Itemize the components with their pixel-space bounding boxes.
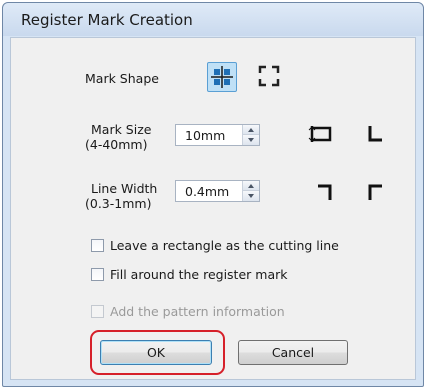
line-width-up-arrow-icon[interactable] (243, 181, 259, 191)
mark-size-arrows (242, 125, 259, 145)
mark-shape-option-crosshair[interactable] (207, 62, 237, 92)
mark-shape-option-corners[interactable] (255, 62, 285, 92)
add-pattern-info-checkbox (91, 305, 104, 318)
ok-button[interactable]: OK (100, 340, 212, 365)
line-width-input[interactable] (176, 181, 242, 201)
fill-around-mark-label[interactable]: Fill around the register mark (110, 267, 287, 282)
mark-size-range: (4-40mm) (85, 137, 148, 152)
line-width-arrows (242, 181, 259, 201)
dialog-body: Mark Shape Mark Size (4-40mm) 10mm Line … (10, 37, 416, 380)
line-width-range: (0.3-1mm) (85, 196, 152, 211)
mark-size-input[interactable] (176, 125, 242, 145)
top-left-corner-icon (368, 184, 382, 200)
rectangle-cutting-line-checkbox[interactable] (91, 239, 104, 252)
top-right-corner-icon (318, 184, 332, 200)
bottom-left-corner-icon (368, 126, 382, 142)
corner-brackets-icon (258, 65, 280, 87)
fill-around-mark-checkbox[interactable] (91, 268, 104, 281)
mark-size-down-arrow-icon[interactable] (243, 135, 259, 145)
line-width-spinner[interactable] (175, 180, 260, 202)
line-width-down-arrow-icon[interactable] (243, 191, 259, 201)
checkbox-row-fill[interactable]: Fill around the register mark (91, 267, 391, 285)
cancel-button[interactable]: Cancel (238, 340, 348, 365)
checkbox-row-rectangle[interactable]: Leave a rectangle as the cutting line (91, 238, 391, 256)
register-mark-dialog: Register Mark Creation Mark Shape Mark S… (2, 2, 424, 387)
mark-shape-label: Mark Shape (85, 71, 159, 86)
dialog-title: Register Mark Creation (21, 11, 193, 29)
add-pattern-info-label: Add the pattern information (110, 304, 285, 319)
checkbox-row-pattern: Add the pattern information (91, 304, 391, 322)
title-bar[interactable]: Register Mark Creation (3, 3, 423, 36)
mark-size-label: Mark Size (91, 122, 152, 137)
rectangle-cutting-line-label[interactable]: Leave a rectangle as the cutting line (110, 238, 339, 253)
mark-size-spinner[interactable] (175, 124, 260, 146)
mark-size-up-arrow-icon[interactable] (243, 125, 259, 135)
size-dimension-icon (308, 126, 332, 142)
line-width-label: Line Width (91, 181, 158, 196)
crosshair-corners-icon (211, 66, 233, 88)
